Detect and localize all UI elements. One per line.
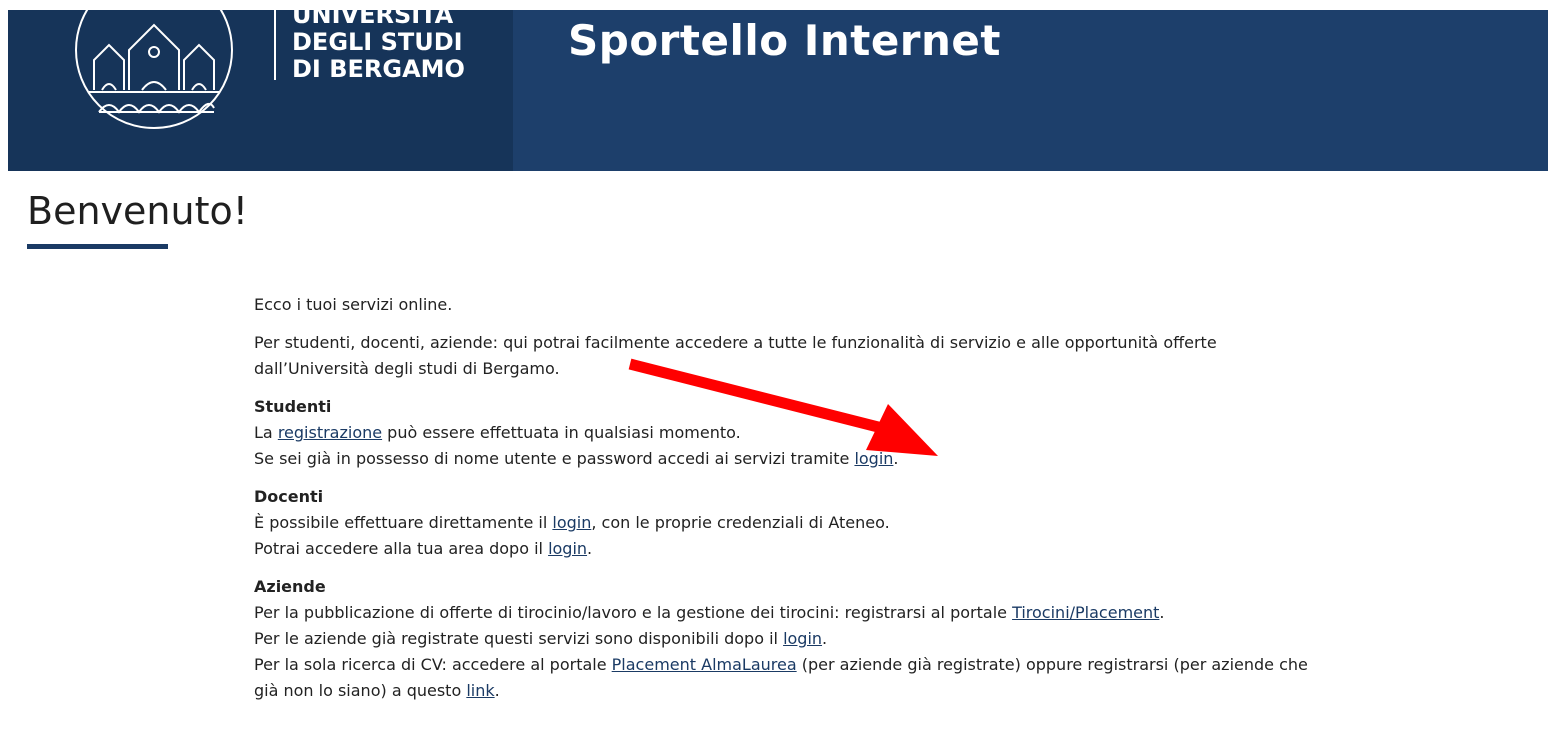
docenti-text-1a: È possibile effettuare direttamente il [254, 513, 553, 532]
section-aziende: Aziende Per la pubblicazione di offerte … [254, 574, 1314, 704]
docenti-text-2b: . [587, 539, 593, 558]
studenti-heading: Studenti [254, 397, 332, 416]
wordmark-line-3: DI BERGAMO [292, 55, 465, 83]
docenti-heading: Docenti [254, 487, 324, 506]
docenti-text-2a: Potrai accedere alla tua area dopo il [254, 539, 549, 558]
docenti-login-link-1[interactable]: login [552, 513, 591, 532]
title-underline [27, 244, 168, 249]
registrazione-link[interactable]: registrazione [278, 423, 382, 442]
aziende-text-1a: Per la pubblicazione di offerte di tiroc… [254, 603, 1013, 622]
intro-line-1: Ecco i tuoi servizi online. [254, 295, 453, 314]
docenti-text-1b: , con le proprie credenziali di Ateneo. [591, 513, 890, 532]
aziende-text-1b: . [1159, 603, 1165, 622]
logo-divider [274, 10, 276, 80]
welcome-content: Ecco i tuoi servizi online. Per studenti… [254, 292, 1314, 716]
aziende-text-3c: . [494, 681, 500, 700]
site-title: Sportello Internet [568, 16, 1001, 65]
studenti-text-2b: . [893, 449, 899, 468]
studenti-text-1a: La [254, 423, 278, 442]
page-title: Benvenuto! [27, 189, 248, 233]
studenti-login-link[interactable]: login [854, 449, 893, 468]
studenti-text-2a: Se sei già in possesso di nome utente e … [254, 449, 855, 468]
site-header: UNIVERSITÀ DEGLI STUDI DI BERGAMO Sporte… [8, 10, 1548, 171]
docenti-login-link-2[interactable]: login [548, 539, 587, 558]
placement-almalaurea-link[interactable]: Placement AlmaLaurea [612, 655, 797, 674]
tirocini-placement-link[interactable]: Tirocini/Placement [1012, 603, 1159, 622]
aziende-heading: Aziende [254, 577, 326, 596]
university-wordmark[interactable]: UNIVERSITÀ DEGLI STUDI DI BERGAMO [292, 10, 465, 83]
university-seal-icon [75, 10, 233, 129]
studenti-text-1b: può essere effettuata in qualsiasi momen… [382, 423, 741, 442]
aziende-login-link[interactable]: login [783, 629, 822, 648]
aziende-text-2b: . [822, 629, 828, 648]
registration-link[interactable]: link [466, 681, 494, 700]
wordmark-line-2: DEGLI STUDI [292, 28, 463, 56]
aziende-text-3a: Per la sola ricerca di CV: accedere al p… [254, 655, 612, 674]
aziende-text-2a: Per le aziende già registrate questi ser… [254, 629, 784, 648]
section-studenti: Studenti La registrazione può essere eff… [254, 394, 1314, 472]
intro-line-2: Per studenti, docenti, aziende: qui potr… [254, 333, 1217, 378]
section-docenti: Docenti È possibile effettuare direttame… [254, 484, 1314, 562]
wordmark-line-1: UNIVERSITÀ [292, 10, 454, 29]
